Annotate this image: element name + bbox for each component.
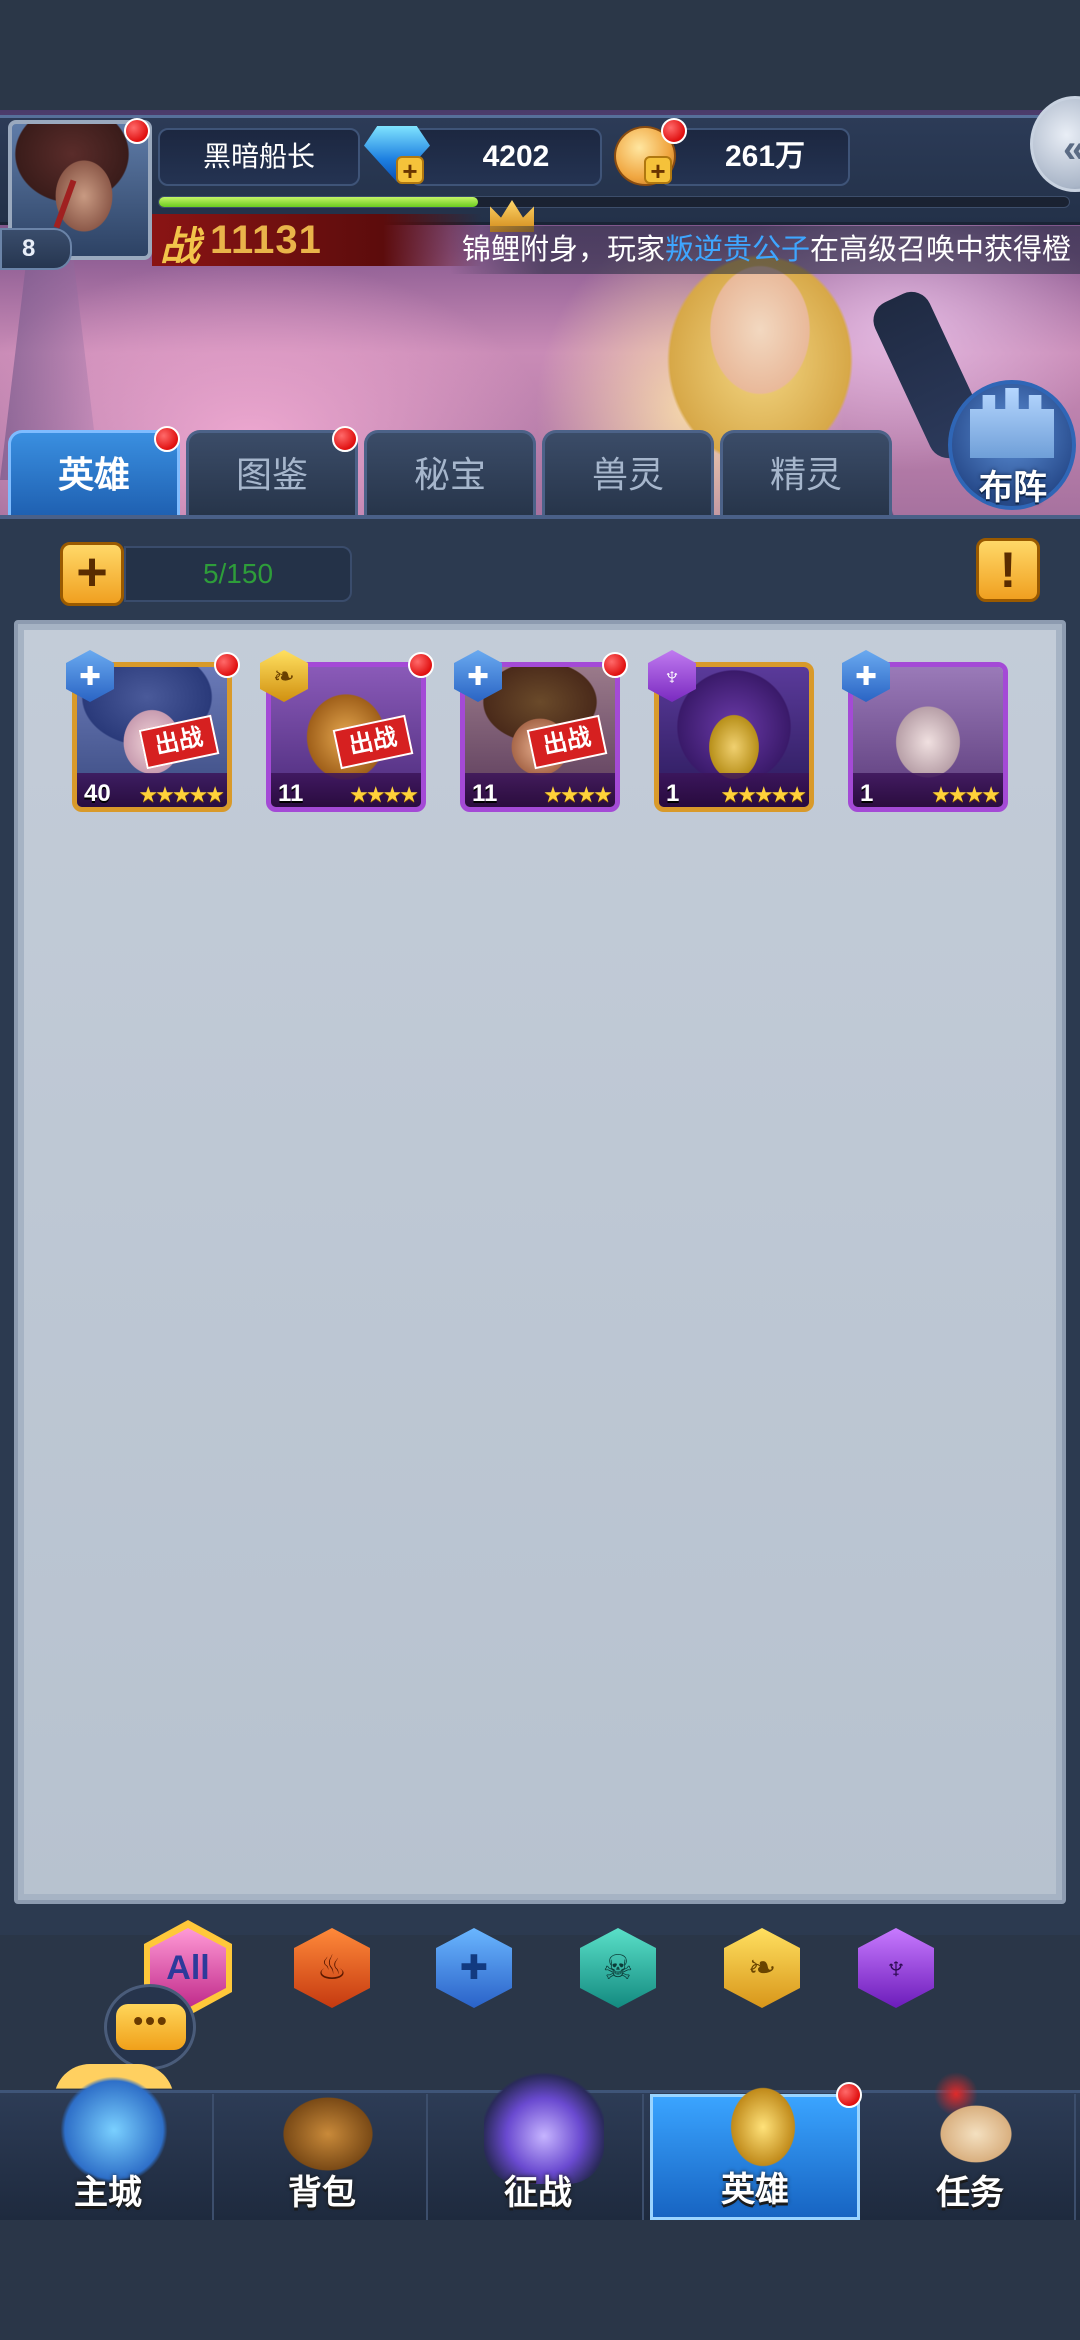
hero-notification-dot <box>214 652 240 678</box>
tab-codex-notification-dot <box>332 426 358 452</box>
gem-counter: 4202 <box>410 128 602 186</box>
nav-label: 英雄 <box>721 2171 789 2209</box>
hero-notification-dot <box>602 652 628 678</box>
hero-stars: ★★★★★ <box>720 782 807 807</box>
tab-beast-spirit[interactable]: 兽灵 <box>542 430 714 518</box>
gold-notification-dot <box>661 118 687 144</box>
water-faction-filter-icon[interactable]: ✚ <box>436 1928 512 2008</box>
skull-faction-filter-icon[interactable]: ☠ <box>580 1928 656 2008</box>
hero-card[interactable]: 1 ★★★★★ ♆ <box>648 650 814 812</box>
tab-elf[interactable]: 精灵 <box>720 430 892 518</box>
nav-quests[interactable]: 任务 <box>866 2064 1076 2220</box>
hero-card[interactable]: 11 ★★★★ 出战 ✚ <box>454 650 628 812</box>
chat-bubble-icon: ••• <box>116 2004 186 2050</box>
hero-notification-dot <box>408 652 434 678</box>
hero-level: 40 <box>84 780 111 807</box>
hero-stars: ★★★★ <box>931 782 1001 807</box>
experience-bar-fill <box>159 197 478 207</box>
ticker-suffix: 在高级召唤中获得橙 <box>810 234 1072 266</box>
hero-stars: ★★★★ <box>543 782 613 807</box>
nav-backpack[interactable]: 背包 <box>218 2064 428 2220</box>
hero-level: 11 <box>278 780 304 807</box>
fire-faction-filter-icon[interactable]: ♨ <box>294 1928 370 2008</box>
nav-label: 背包 <box>288 2174 356 2212</box>
nav-heroes[interactable]: 英雄 <box>650 2067 860 2220</box>
nav-campaign[interactable]: 征战 <box>434 2064 644 2220</box>
tab-heroes-notification-dot <box>154 426 180 452</box>
info-button[interactable]: ! <box>976 538 1040 602</box>
hero-level: 11 <box>472 780 498 807</box>
double-chevron-left-icon: « <box>1063 127 1080 172</box>
player-name[interactable]: 黑暗船长 <box>158 128 360 186</box>
avatar-scar-detail <box>53 179 77 229</box>
combat-power-label: 战 <box>160 225 200 269</box>
ticker-prefix: 锦鲤附身，玩家 <box>462 234 666 266</box>
wind-faction-filter-icon[interactable]: ❧ <box>724 1928 800 2008</box>
hero-level: 1 <box>860 780 874 807</box>
hero-capacity-count: 5/150 <box>124 546 352 602</box>
avatar-notification-dot <box>124 118 150 144</box>
hero-stars: ★★★★★ <box>138 782 225 807</box>
ticker-player-name: 叛逆贵公子 <box>665 234 811 266</box>
nav-heroes-notification-dot <box>836 2082 862 2108</box>
system-navigation-bar <box>0 2224 1080 2340</box>
hero-card[interactable]: 11 ★★★★ 出战 ❧ <box>260 650 434 812</box>
hero-card[interactable]: 40 ★★★★★ 出战 ✚ <box>66 650 240 812</box>
nav-label: 主城 <box>74 2174 142 2212</box>
hero-grid-panel <box>14 620 1066 1904</box>
hero-card[interactable]: 1 ★★★★ ✚ <box>842 650 1008 812</box>
add-gems-icon[interactable]: + <box>396 156 424 184</box>
tab-treasure[interactable]: 秘宝 <box>364 430 536 518</box>
nav-label: 任务 <box>936 2174 1004 2212</box>
dark-faction-filter-icon[interactable]: ♆ <box>858 1928 934 2008</box>
announcement-ticker: 锦鲤附身，玩家叛逆贵公子在高级召唤中获得橙 <box>450 226 1080 274</box>
add-gold-icon[interactable]: + <box>644 156 672 184</box>
gold-counter: 261万 <box>660 128 850 186</box>
expand-capacity-button[interactable]: + <box>60 542 124 606</box>
formation-label: 布阵 <box>979 469 1047 507</box>
nav-label: 征战 <box>504 2174 572 2212</box>
hero-level: 1 <box>666 780 680 807</box>
experience-bar <box>158 196 1070 208</box>
nav-main-city[interactable]: 主城 <box>4 2064 214 2220</box>
player-level-badge: 8 <box>0 228 72 270</box>
status-bar <box>0 0 1080 110</box>
hero-stars: ★★★★ <box>349 782 419 807</box>
combat-power-value: 11131 <box>210 218 322 262</box>
